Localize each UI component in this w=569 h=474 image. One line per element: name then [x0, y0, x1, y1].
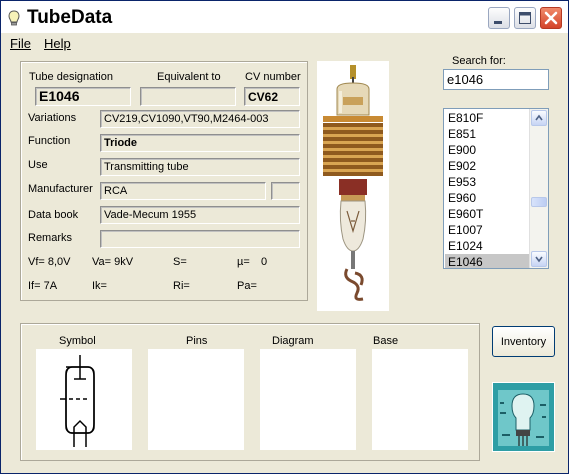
search-label: Search for:	[452, 55, 506, 67]
function-label: Function	[28, 135, 71, 147]
list-item-selected[interactable]: E1046	[445, 254, 531, 268]
tube-app-icon	[8, 10, 20, 26]
close-icon	[544, 11, 558, 25]
param-if: If= 7A	[28, 280, 58, 292]
cv-number-label: CV number	[245, 71, 301, 83]
menu-file[interactable]: File	[10, 36, 31, 51]
manufacturer-label: Manufacturer	[28, 183, 93, 195]
equivalent-field[interactable]	[140, 87, 236, 106]
chevron-up-icon	[535, 114, 543, 121]
use-field[interactable]: Transmitting tube	[100, 158, 300, 176]
param-va: Va= 9kV	[92, 256, 134, 268]
variations-label: Variations	[28, 112, 77, 124]
remarks-field[interactable]	[100, 230, 300, 248]
param-s: S=	[173, 256, 187, 268]
tube-photo	[317, 61, 389, 311]
base-label: Base	[373, 335, 399, 347]
tube-designation-field[interactable]: E1046	[35, 87, 131, 106]
maximize-button[interactable]	[514, 7, 536, 29]
app-logo	[492, 382, 555, 452]
databook-label: Data book	[28, 209, 79, 221]
param-ri: Ri=	[173, 280, 190, 292]
param-vf: Vf= 8,0V	[28, 256, 71, 268]
manufacturer-field[interactable]: RCA	[100, 182, 266, 200]
tube-list[interactable]: E810F E851 E900 E902 E953 E960 E960T E10…	[443, 108, 549, 269]
tube-designation-label: Tube designation	[29, 71, 113, 83]
maximize-icon	[519, 12, 531, 24]
list-item[interactable]: E1007	[445, 222, 531, 238]
symbol-label: Symbol	[59, 335, 96, 347]
equivalent-label: Equivalent to	[157, 71, 221, 83]
chevron-down-icon	[535, 256, 543, 263]
close-button[interactable]	[540, 7, 562, 29]
triode-symbol-icon	[60, 355, 95, 447]
list-item[interactable]: E1024	[445, 238, 531, 254]
pins-pane	[148, 349, 244, 450]
window-title: TubeData	[27, 7, 113, 28]
remarks-label: Remarks	[28, 232, 73, 244]
menu-file-label: File	[10, 36, 31, 51]
pins-label: Pins	[186, 335, 208, 347]
use-label: Use	[28, 159, 48, 171]
param-ik: Ik=	[92, 280, 107, 292]
symbol-pane	[36, 349, 132, 450]
list-item[interactable]: E960T	[445, 206, 531, 222]
function-field[interactable]: Triode	[100, 134, 300, 152]
menu-help[interactable]: Help	[44, 36, 71, 51]
databook-field[interactable]: Vade-Mecum 1955	[100, 206, 300, 224]
inventory-button[interactable]: Inventory	[492, 326, 555, 357]
menu-bar: File Help	[1, 33, 568, 53]
list-item[interactable]: E851	[445, 126, 531, 142]
list-item[interactable]: E902	[445, 158, 531, 174]
title-bar[interactable]: TubeData	[1, 1, 568, 33]
param-mu: µ=	[237, 256, 250, 268]
diagram-label: Diagram	[272, 335, 314, 347]
tube-list-items: E810F E851 E900 E902 E953 E960 E960T E10…	[445, 110, 531, 268]
list-item[interactable]: E810F	[445, 110, 531, 126]
param-pa: Pa=	[237, 280, 257, 292]
param-mu-value: 0	[261, 256, 268, 268]
cv-number-field[interactable]: CV62	[244, 87, 300, 106]
list-item[interactable]: E953	[445, 174, 531, 190]
search-input[interactable]	[443, 69, 549, 90]
scroll-thumb[interactable]	[531, 197, 547, 207]
menu-help-label: Help	[44, 36, 71, 51]
tube-logo-icon	[493, 383, 554, 451]
list-item[interactable]: E900	[445, 142, 531, 158]
tubedata-window: TubeData File Help Tube designation Equi…	[0, 0, 569, 474]
scroll-down-button[interactable]	[531, 251, 547, 267]
list-item[interactable]: E960	[445, 190, 531, 206]
diagram-pane	[260, 349, 356, 450]
minimize-icon	[494, 21, 502, 24]
manufacturer-code-field[interactable]	[271, 182, 300, 200]
base-pane	[372, 349, 468, 450]
list-scrollbar[interactable]	[529, 109, 548, 268]
tube-photo-image	[323, 65, 383, 301]
minimize-button[interactable]	[488, 7, 510, 29]
variations-field[interactable]: CV219,CV1090,VT90,M2464-003	[100, 110, 300, 128]
scroll-up-button[interactable]	[531, 110, 547, 126]
